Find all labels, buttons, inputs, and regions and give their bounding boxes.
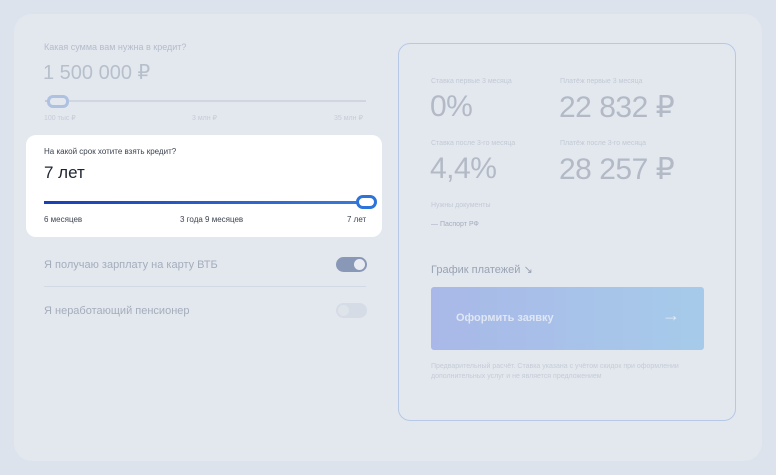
payment-schedule-link[interactable]: График платежей ↘ bbox=[431, 263, 533, 276]
rate-after-value: 4,4% bbox=[430, 152, 497, 185]
amount-mid-label: 3 млн ₽ bbox=[192, 115, 217, 122]
amount-label: Какая сумма вам нужна в кредит? bbox=[44, 42, 187, 52]
docs-item: — Паспорт РФ bbox=[431, 221, 479, 228]
amount-min-label: 100 тыс ₽ bbox=[44, 115, 76, 122]
payment-first-label: Платёж первые 3 месяца bbox=[560, 78, 643, 85]
payment-after-value: 28 257 ₽ bbox=[559, 153, 675, 186]
term-value[interactable]: 7 лет bbox=[44, 163, 85, 183]
amount-value[interactable]: 1 500 000 ₽ bbox=[43, 60, 150, 85]
term-slider-track[interactable] bbox=[44, 201, 364, 204]
term-label: На какой срок хотите взять кредит? bbox=[44, 147, 177, 156]
term-section: На какой срок хотите взять кредит? 7 лет… bbox=[26, 135, 382, 237]
options-divider bbox=[44, 286, 366, 287]
pensioner-toggle-knob bbox=[338, 305, 349, 316]
salary-option-label: Я получаю зарплату на карту ВТБ bbox=[44, 259, 218, 271]
docs-label: Нужны документы bbox=[431, 202, 491, 209]
payment-after-label: Платёж после 3-го месяца bbox=[560, 140, 647, 147]
rate-after-label: Ставка после 3-го месяца bbox=[431, 140, 516, 147]
results-panel: Ставка первые 3 месяца 0% Платёж первые … bbox=[398, 43, 736, 421]
term-min-label: 6 месяцев bbox=[44, 215, 83, 224]
payment-first-value: 22 832 ₽ bbox=[559, 91, 675, 124]
pensioner-option-label: Я неработающий пенсионер bbox=[44, 305, 190, 317]
term-slider-handle[interactable] bbox=[356, 195, 377, 209]
rate-first-label: Ставка первые 3 месяца bbox=[431, 78, 512, 85]
amount-max-label: 35 млн ₽ bbox=[334, 115, 363, 122]
term-mid-label: 3 года 9 месяцев bbox=[180, 215, 244, 224]
calculator-inputs: Какая сумма вам нужна в кредит? 1 500 00… bbox=[26, 0, 382, 475]
amount-slider-handle[interactable] bbox=[47, 95, 69, 108]
arrow-right-icon: → bbox=[662, 305, 680, 325]
rate-first-value: 0% bbox=[430, 90, 473, 123]
salary-toggle-knob bbox=[354, 259, 365, 270]
apply-button[interactable]: Оформить заявку → bbox=[431, 287, 704, 350]
disclaimer: Предварительный расчёт. Ставка указана с… bbox=[431, 363, 679, 380]
term-max-label: 7 лет bbox=[347, 215, 367, 224]
apply-button-label: Оформить заявку bbox=[456, 312, 554, 324]
pensioner-toggle[interactable] bbox=[336, 303, 367, 318]
salary-toggle[interactable] bbox=[336, 257, 367, 272]
amount-slider-track[interactable] bbox=[45, 100, 366, 102]
